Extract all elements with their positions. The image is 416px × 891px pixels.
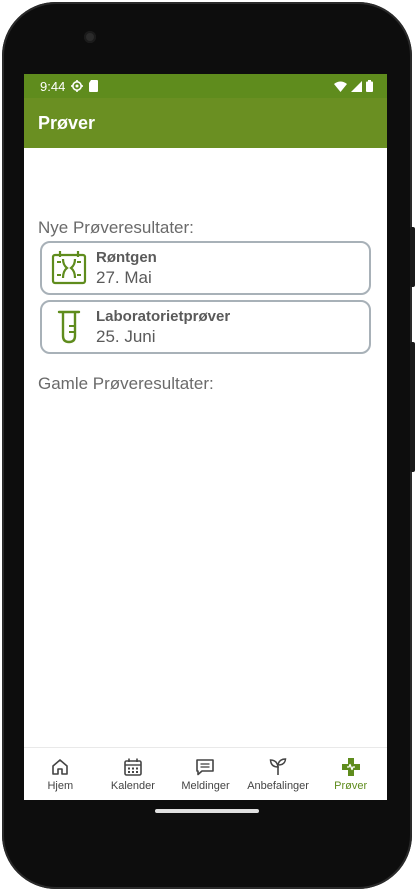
nav-item-messages[interactable]: Meldinger [169,756,241,792]
result-name: Røntgen [96,248,157,266]
volume-button [410,342,415,472]
wifi-icon [334,81,347,92]
settings-icon [71,80,84,92]
signal-icon [351,80,362,92]
nav-label: Prøver [334,780,368,792]
nav-label: Kalender [110,780,155,792]
nav-label: Meldinger [181,780,230,792]
sprout-icon [269,758,287,775]
status-bar: 9:44 [24,74,387,98]
page-title: Prøver [38,112,96,133]
result-date: 27. Mai [96,267,152,287]
home-icon [52,759,69,775]
old-results-title: Gamle Prøveresultater: [38,374,214,393]
status-time: 9:44 [40,78,66,94]
nav-label: Hjem [47,780,74,792]
message-icon [196,759,215,776]
home-indicator[interactable] [155,809,259,813]
content-area: Nye Prøveresultater: Røntgen 27. Mai Lab… [24,148,387,748]
result-card-xray[interactable]: Røntgen 27. Mai [40,241,371,295]
calendar-icon [124,758,142,776]
new-results-title: Nye Prøveresultater: [38,218,194,237]
battery-icon [366,80,373,92]
nav-item-calendar[interactable]: Kalender [97,756,169,792]
test-tube-icon [57,310,81,344]
nav-item-tests[interactable]: Prøver [315,756,387,792]
sim-card-icon [89,80,99,92]
screen: 9:44 Prøver Nye Prøveresultater: Røntgen… [24,74,387,800]
app-bar: Prøver [24,98,387,148]
front-camera [84,31,96,43]
result-date: 25. Juni [96,326,156,346]
bottom-navigation: Hjem Kalender Meldinger Anbefalinger Prø… [24,747,387,800]
nav-item-home[interactable]: Hjem [24,756,96,792]
result-name: Laboratorietprøver [96,307,231,325]
nav-label: Anbefalinger [247,780,309,792]
medical-cross-icon [341,758,360,776]
result-card-lab[interactable]: Laboratorietprøver 25. Juni [40,300,371,354]
xray-icon [51,251,87,285]
power-button [410,227,415,287]
nav-item-recommendations[interactable]: Anbefalinger [242,756,314,792]
